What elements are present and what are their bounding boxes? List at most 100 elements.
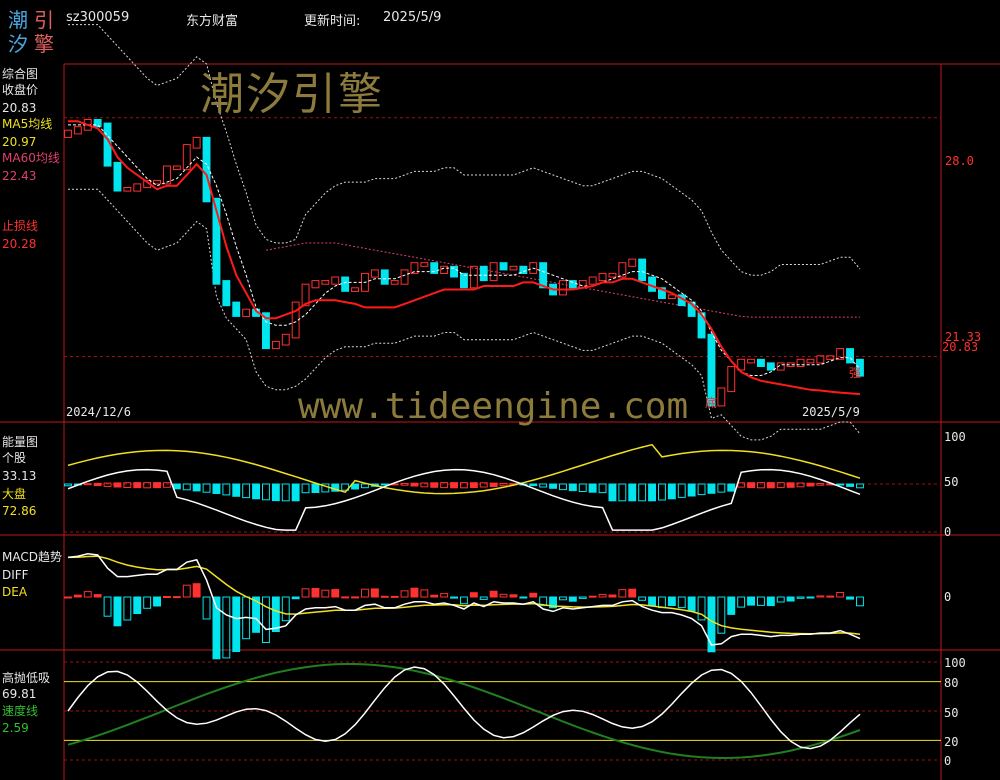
dea-line xyxy=(67,555,861,635)
energy-market-value: 72.86 xyxy=(2,504,37,518)
stop-line xyxy=(68,120,861,396)
energy-tick-50: 50 xyxy=(944,475,959,489)
candle-76 xyxy=(806,358,815,364)
macd-bar-11 xyxy=(163,596,171,598)
logo-char-4: 擎 xyxy=(34,32,54,56)
candle-12 xyxy=(172,165,181,171)
stop-value: 20.28 xyxy=(2,237,37,251)
energy-bar-23 xyxy=(281,483,290,502)
ma5-label: MA5均线 xyxy=(2,117,53,131)
macd-bar-14 xyxy=(192,583,201,598)
energy-market-label: 大盘 xyxy=(2,487,27,501)
energy-bar-81 xyxy=(856,483,864,489)
macd-bar-55 xyxy=(598,593,607,598)
candle-75 xyxy=(796,358,805,367)
energy-bar-38 xyxy=(430,482,439,488)
candle-54 xyxy=(588,276,597,285)
energy-bar-6 xyxy=(113,482,122,488)
energy-bar-67 xyxy=(717,483,726,493)
energy-bar-25 xyxy=(301,483,310,494)
macd-bar-34 xyxy=(390,595,399,598)
update-date: 2025/5/9 xyxy=(383,10,442,25)
macd-bar-8 xyxy=(133,596,142,614)
candle-14 xyxy=(192,136,201,149)
energy-bar-16 xyxy=(212,483,221,494)
candle-59 xyxy=(638,258,647,282)
macd-bar-23 xyxy=(281,596,290,622)
macd-bar-52 xyxy=(568,596,577,602)
energy-bar-80 xyxy=(846,483,854,487)
update-label: 更新时间: xyxy=(304,14,361,29)
date-end: 2025/5/9 xyxy=(802,405,860,419)
macd-bar-6 xyxy=(113,596,122,627)
macd-bar-78 xyxy=(826,595,835,598)
energy-bar-53 xyxy=(578,483,587,492)
close-label: 收盘价 xyxy=(2,83,39,97)
candle-33 xyxy=(380,269,389,285)
macd-bar-38 xyxy=(430,594,439,598)
stock-name: 东方财富 xyxy=(186,14,239,29)
energy-bar-45 xyxy=(499,482,508,487)
candle-17 xyxy=(222,280,231,307)
energy-tick-100: 100 xyxy=(944,430,966,444)
candle-70 xyxy=(747,358,755,364)
macd-tick-0: 0 xyxy=(944,590,952,604)
macd-bar-53 xyxy=(578,596,587,599)
energy-bar-3 xyxy=(83,483,92,486)
candle-35 xyxy=(400,269,409,285)
diff-label: DIFF xyxy=(2,568,29,582)
candle-23 xyxy=(281,333,290,346)
energy-bar-13 xyxy=(182,483,191,491)
energy-bar-43 xyxy=(479,482,488,488)
macd-bar-64 xyxy=(687,596,696,612)
candle-55 xyxy=(598,272,607,282)
energy-bar-39 xyxy=(440,482,449,489)
energy-bar-66 xyxy=(707,483,716,494)
candle-29 xyxy=(341,276,350,292)
macd-bar-44 xyxy=(489,590,498,598)
panel-oscillator[interactable] xyxy=(64,661,941,761)
energy-bar-7 xyxy=(123,482,132,489)
macd-bar-71 xyxy=(757,596,765,606)
watermark-cn: 潮汐引擎 xyxy=(200,69,384,120)
macd-bar-45 xyxy=(499,593,508,598)
candle-39 xyxy=(440,265,449,274)
macd-bar-10 xyxy=(153,596,162,607)
candle-71 xyxy=(757,358,765,367)
energy-bar-33 xyxy=(380,483,389,486)
energy-bar-55 xyxy=(598,483,607,494)
macd-bar-21 xyxy=(262,596,270,643)
watermark-url: www.tideengine.com xyxy=(298,386,689,427)
macd-bar-9 xyxy=(143,596,152,609)
candle-26 xyxy=(311,280,320,289)
ma60-label: MA60均线 xyxy=(2,151,60,165)
macd-bar-61 xyxy=(658,596,666,609)
energy-bar-42 xyxy=(469,482,478,489)
energy-bar-14 xyxy=(192,483,201,492)
osc-tick-80: 80 xyxy=(944,676,959,690)
annotation-bottom: 底 xyxy=(705,396,718,410)
candle-13 xyxy=(182,144,191,171)
oscillator-value: 69.81 xyxy=(2,687,37,701)
energy-bar-62 xyxy=(667,483,676,500)
panel-energy[interactable] xyxy=(64,443,941,533)
candle-28 xyxy=(331,276,340,285)
macd-bar-39 xyxy=(440,593,449,598)
candle-18 xyxy=(232,301,241,317)
candle-46 xyxy=(509,265,518,271)
macd-bar-43 xyxy=(479,596,488,600)
macd-bar-46 xyxy=(509,594,518,598)
macd-bar-47 xyxy=(519,596,528,599)
energy-stock-value: 33.13 xyxy=(2,469,37,483)
energy-bar-63 xyxy=(677,483,686,498)
panel-kline[interactable] xyxy=(64,24,941,441)
macd-bar-32 xyxy=(370,588,379,598)
candle-58 xyxy=(628,258,637,267)
macd-bar-80 xyxy=(846,596,854,600)
energy-bar-58 xyxy=(628,483,637,502)
macd-bar-12 xyxy=(172,596,181,599)
macd-bar-27 xyxy=(321,589,330,598)
panel-macd[interactable] xyxy=(64,553,864,660)
macd-bar-76 xyxy=(806,596,815,599)
energy-bar-30 xyxy=(351,483,360,490)
